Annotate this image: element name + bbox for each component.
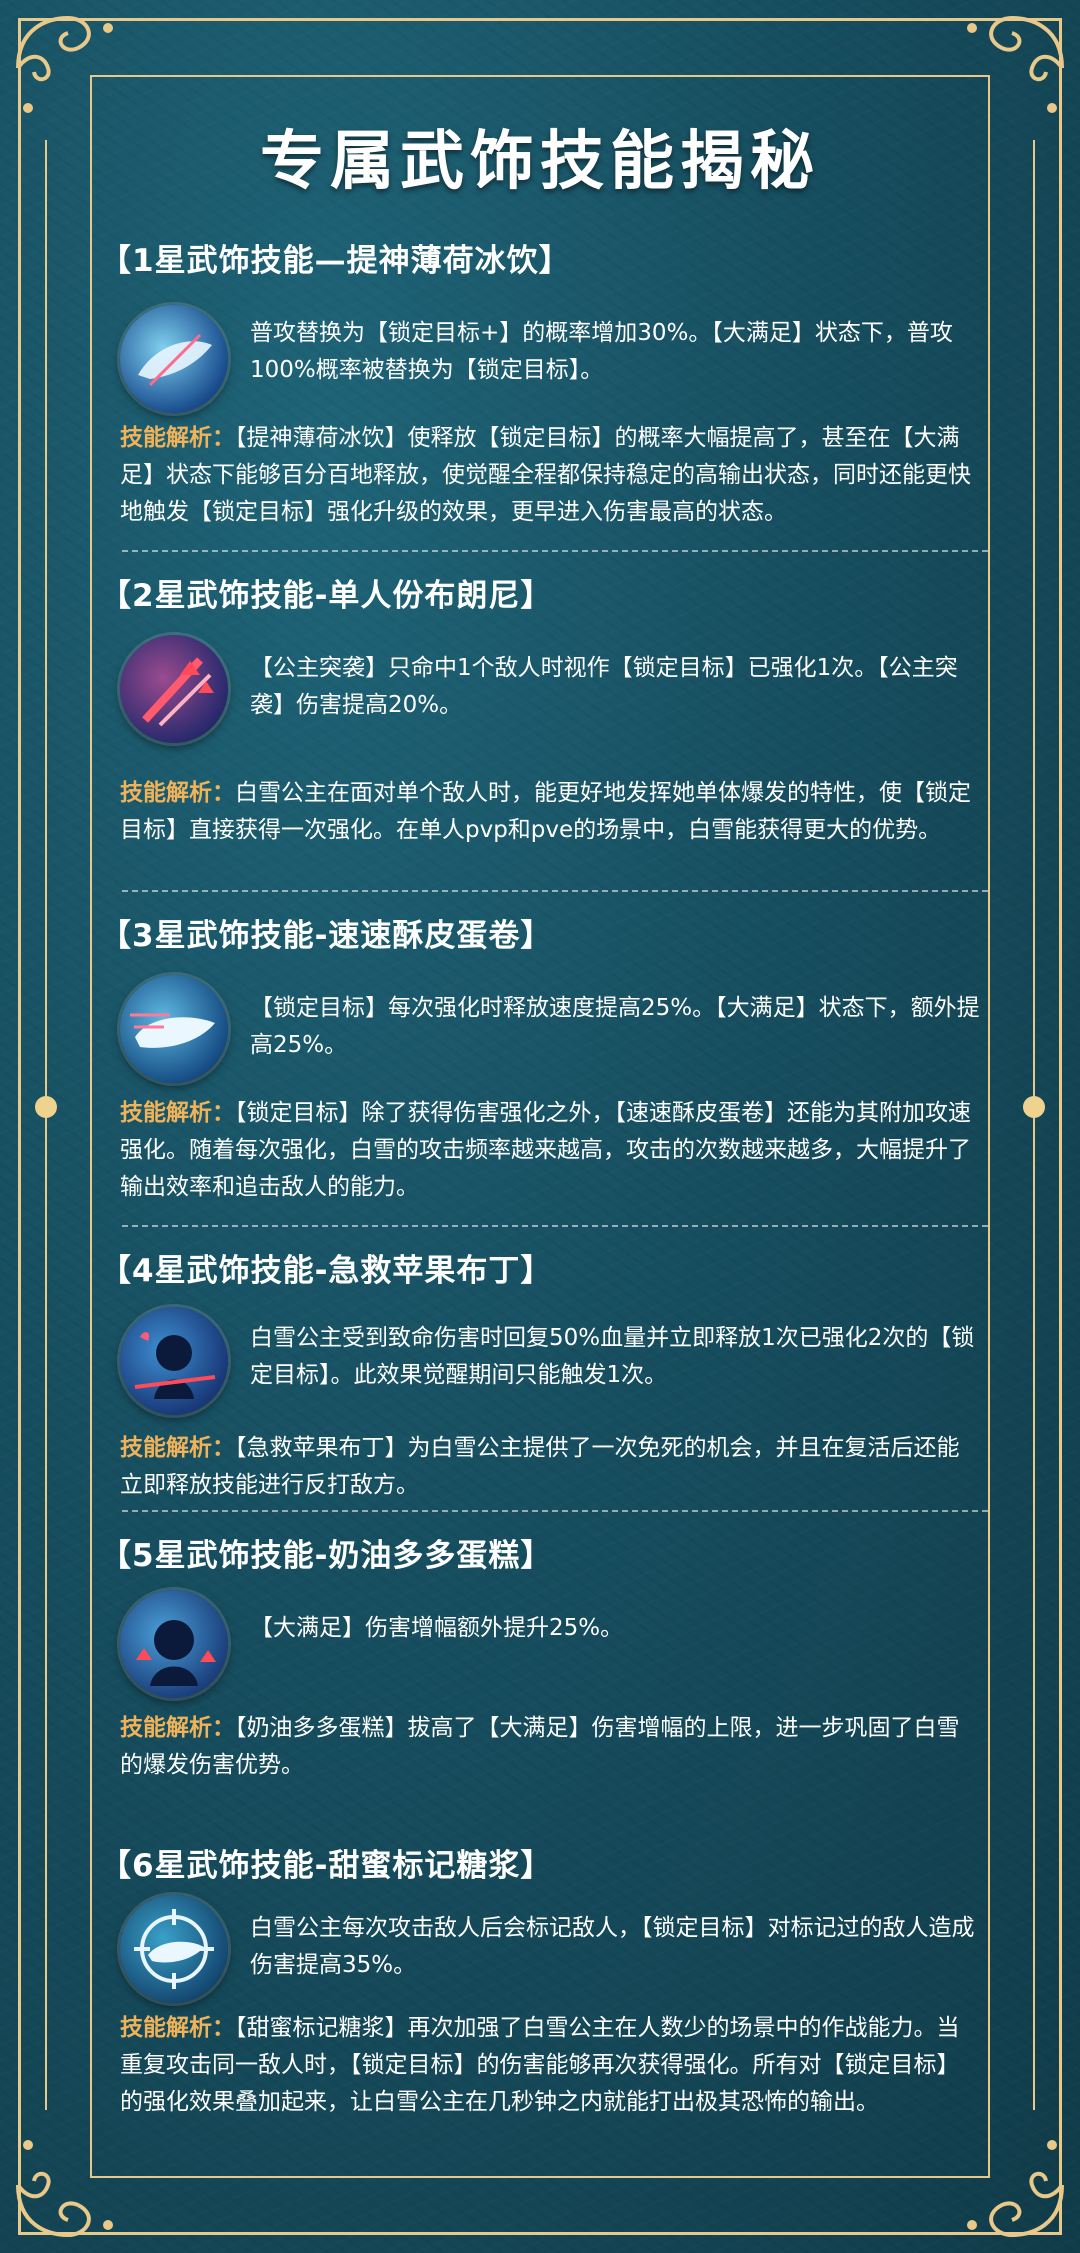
skill-description: 【锁定目标】每次强化时释放速度提高25%。【大满足】状态下，额外提高25%。: [250, 995, 980, 1058]
section-divider: [122, 890, 988, 892]
skill-analysis: 技能解析：【甜蜜标记糖浆】再次加强了白雪公主在人数少的场景中的作战能力。当重复攻…: [120, 2010, 980, 2121]
skill-title: 【6星武饰技能-甜蜜标记糖浆】: [100, 1848, 553, 1884]
skill-analysis: 技能解析：【急救苹果布丁】为白雪公主提供了一次免死的机会，并且在复活后还能立即释…: [120, 1430, 980, 1504]
analysis-text: 【奶油多多蛋糕】拔高了【大满足】伤害增幅的上限，进一步巩固了白雪的爆发伤害优势。: [120, 1715, 960, 1778]
bottom-right-corner-ornament-icon: [967, 2140, 1064, 2237]
skill-description: 普攻替换为【锁定目标+】的概率增加30%。【大满足】状态下，普攻100%概率被替…: [250, 320, 953, 383]
analysis-label: 技能解析：: [120, 425, 235, 451]
skill-title: 【2星武饰技能-单人份布朗尼】: [100, 578, 553, 614]
target-mark-icon: [120, 1895, 228, 2003]
slash-up-arrows-icon: [120, 635, 228, 743]
page-title: 专属武饰技能揭秘: [260, 125, 820, 199]
skill-title: 【4星武饰技能-急救苹果布丁】: [100, 1253, 553, 1289]
skill-title: 【3星武饰技能-速速酥皮蛋卷】: [100, 918, 553, 954]
skill-description: 【大满足】伤害增幅额外提升25%。: [250, 1615, 624, 1641]
analysis-text: 【提神薄荷冰饮】使释放【锁定目标】的概率大幅提高了，甚至在【大满足】状态下能够百…: [120, 425, 971, 525]
analysis-label: 技能解析：: [120, 1435, 235, 1461]
left-ornament-dot: [35, 1096, 57, 1118]
analysis-text: 【甜蜜标记糖浆】再次加强了白雪公主在人数少的场景中的作战能力。当重复攻击同一敌人…: [120, 2015, 960, 2115]
revive-character-icon: [120, 1307, 228, 1415]
whale-speed-icon: [120, 975, 228, 1083]
skill-title: 【1星武饰技能—提神薄荷冰饮】: [100, 243, 571, 279]
skill-analysis: 技能解析：【奶油多多蛋糕】拔高了【大满足】伤害增幅的上限，进一步巩固了白雪的爆发…: [120, 1710, 980, 1784]
skill-analysis: 技能解析：【锁定目标】除了获得伤害强化之外，【速速酥皮蛋卷】还能为其附加攻速强化…: [120, 1095, 980, 1206]
whale-splash-icon: [120, 305, 228, 413]
analysis-label: 技能解析：: [120, 2015, 235, 2041]
skill-section-1: 【1星武饰技能—提神薄荷冰饮】 普攻替换为【锁定目标+】的概率增加30%。【大满…: [100, 235, 980, 525]
section-divider: [122, 1510, 988, 1512]
section-divider: [122, 1225, 988, 1227]
analysis-text: 白雪公主在面对单个敌人时，能更好地发挥她单体爆发的特性，使【锁定目标】直接获得一…: [120, 780, 971, 843]
right-side-line: [1033, 140, 1035, 2110]
analysis-label: 技能解析：: [120, 1715, 235, 1741]
skill-description: 白雪公主每次攻击敌人后会标记敌人，【锁定目标】对标记过的敌人造成伤害提高35%。: [250, 1915, 975, 1978]
skill-description: 【公主突袭】只命中1个敌人时视作【锁定目标】已强化1次。【公主突袭】伤害提高20…: [250, 655, 958, 718]
skill-section-3: 【3星武饰技能-速速酥皮蛋卷】 【锁定目标】每次强化时释放速度提高25%。【大满…: [100, 910, 980, 1200]
skill-section-4: 【4星武饰技能-急救苹果布丁】 白雪公主受到致命伤害时回复50%血量并立即释放1…: [100, 1245, 980, 1498]
left-side-line: [45, 140, 47, 2110]
skill-section-5: 【5星武饰技能-奶油多多蛋糕】 【大满足】伤害增幅额外提升25%。 技能解析：【…: [100, 1530, 980, 1778]
analysis-label: 技能解析：: [120, 780, 235, 806]
skill-section-2: 【2星武饰技能-单人份布朗尼】 【公主突袭】只命中1个敌人时视作【锁定目标】已强…: [100, 570, 980, 843]
skill-description: 白雪公主受到致命伤害时回复50%血量并立即释放1次已强化2次的【锁定目标】。此效…: [250, 1325, 975, 1388]
skill-section-6: 【6星武饰技能-甜蜜标记糖浆】 白雪公主每次攻击敌人后会标记敌人，【锁定目标】对…: [100, 1840, 980, 2115]
skill-analysis: 技能解析：白雪公主在面对单个敌人时，能更好地发挥她单体爆发的特性，使【锁定目标】…: [120, 775, 980, 849]
analysis-text: 【锁定目标】除了获得伤害强化之外，【速速酥皮蛋卷】还能为其附加攻速强化。随着每次…: [120, 1100, 971, 1200]
damage-boost-character-icon: [120, 1590, 228, 1698]
analysis-text: 【急救苹果布丁】为白雪公主提供了一次免死的机会，并且在复活后还能立即释放技能进行…: [120, 1435, 960, 1498]
right-ornament-dot: [1023, 1096, 1045, 1118]
bottom-left-corner-ornament-icon: [16, 2140, 113, 2237]
skill-title: 【5星武饰技能-奶油多多蛋糕】: [100, 1538, 553, 1574]
section-divider: [122, 550, 988, 552]
analysis-label: 技能解析：: [120, 1100, 235, 1126]
skill-analysis: 技能解析：【提神薄荷冰饮】使释放【锁定目标】的概率大幅提高了，甚至在【大满足】状…: [120, 420, 980, 531]
